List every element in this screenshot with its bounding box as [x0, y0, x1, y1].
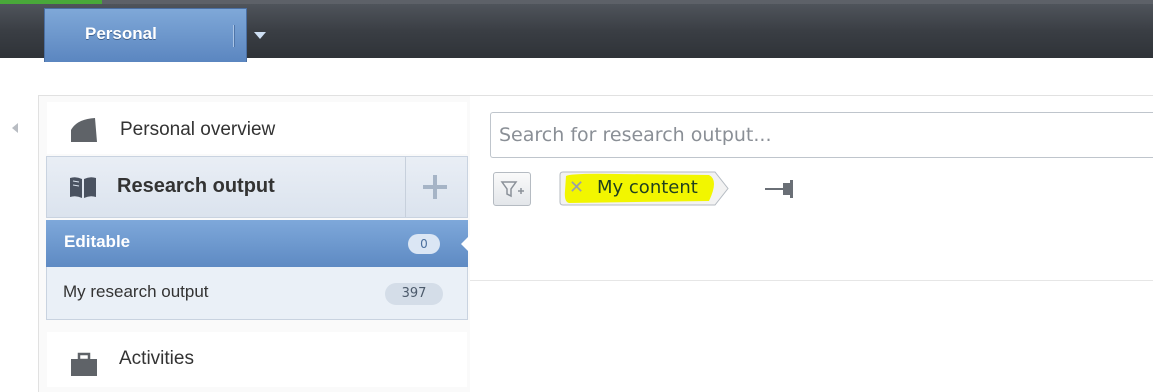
divider [470, 280, 1153, 281]
filter-add-icon [500, 181, 524, 198]
filter-chip-my-content[interactable]: ✕ My content [559, 171, 729, 206]
tab-personal-label: Personal [85, 24, 157, 43]
sidebar-item-my-research-output[interactable]: My research output 397 [46, 267, 468, 320]
overview-icon [69, 116, 99, 144]
sidebar-item-label: Personal overview [120, 119, 276, 140]
tab-personal[interactable]: Personal [44, 8, 266, 62]
chevron-down-icon[interactable] [254, 32, 266, 39]
plus-icon[interactable] [421, 173, 449, 201]
accent-stripe [0, 0, 102, 4]
briefcase-icon [69, 350, 99, 378]
collapse-left-icon[interactable] [12, 123, 18, 133]
close-icon[interactable]: ✕ [569, 177, 584, 198]
sidebar-item-personal-overview[interactable]: Personal overview [47, 102, 467, 154]
sidebar-item-label: My research output [63, 282, 209, 301]
sidebar-item-label: Activities [119, 348, 194, 369]
sidebar-item-label: Research output [117, 175, 275, 197]
top-navigation-bar: Personal [0, 0, 1153, 62]
count-badge: 0 [408, 234, 440, 254]
add-filter-button[interactable] [493, 172, 531, 206]
sidebar-item-editable[interactable]: Editable 0 [46, 220, 471, 267]
filter-chip-label: My content [597, 177, 698, 198]
search-input[interactable] [490, 112, 1153, 158]
sidebar-item-research-output[interactable]: Research output [46, 156, 468, 218]
sidebar: Personal overview Research output Editab… [38, 95, 471, 392]
pin-icon[interactable] [763, 179, 799, 199]
main-content: ✕ My content [470, 95, 1153, 392]
count-badge: 397 [385, 283, 443, 305]
divider [405, 157, 406, 217]
sidebar-item-label: Editable [64, 232, 131, 251]
book-icon [69, 175, 97, 199]
tab-separator-shadow [234, 25, 235, 47]
sidebar-item-activities[interactable]: Activities [47, 332, 467, 387]
